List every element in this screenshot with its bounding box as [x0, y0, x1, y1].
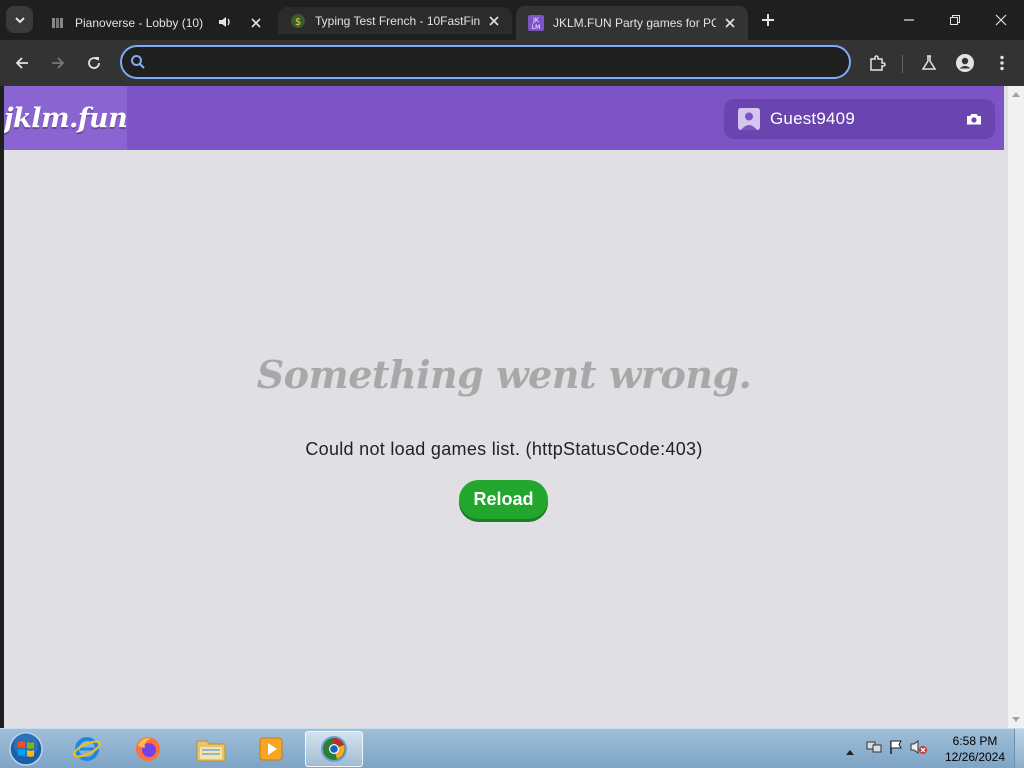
address-bar[interactable]: [120, 45, 851, 79]
taskbar-firefox[interactable]: [119, 731, 177, 767]
error-message: Could not load games list. (httpStatusCo…: [305, 439, 703, 459]
error-title: Something went wrong.: [256, 352, 752, 397]
taskbar-explorer[interactable]: [182, 731, 240, 767]
minimize-button[interactable]: [886, 0, 932, 40]
close-icon: [995, 14, 1007, 26]
plus-icon: [762, 14, 774, 26]
menu-button[interactable]: [989, 50, 1015, 76]
extensions-button[interactable]: [864, 50, 890, 76]
close-window-button[interactable]: [978, 0, 1024, 40]
site-header: jklm.fun Guest9409: [4, 86, 1004, 150]
clock-date: 12/26/2024: [944, 750, 1006, 764]
taskbar: 6:58 PM 12/26/2024: [0, 728, 1024, 768]
taskbar-clock[interactable]: 6:58 PM 12/26/2024: [940, 733, 1010, 765]
media-player-icon: [259, 737, 283, 761]
forward-arrow-icon: [52, 57, 65, 69]
labs-button[interactable]: [916, 50, 942, 76]
new-tab-button[interactable]: [758, 9, 778, 31]
taskbar-ie[interactable]: [58, 731, 116, 767]
toolbar-divider: [902, 55, 903, 73]
volume-muted-icon[interactable]: [910, 739, 928, 759]
tab-jklm[interactable]: JKLM JKLM.FUN Party games for PC & mobil…: [516, 6, 748, 40]
user-name[interactable]: Guest9409: [770, 109, 963, 129]
show-hidden-icons[interactable]: [846, 740, 854, 759]
site-logo[interactable]: jklm.fun: [4, 86, 128, 150]
reload-page-button[interactable]: [81, 50, 107, 76]
profile-button[interactable]: [952, 50, 978, 76]
puzzle-icon: [870, 55, 886, 71]
clock-time: 6:58 PM: [952, 734, 998, 748]
tab-title: JKLM.FUN Party games for PC & mobile: [553, 16, 716, 30]
refresh-icon: [88, 57, 100, 69]
minimize-icon: [904, 19, 914, 21]
restore-button[interactable]: [932, 0, 978, 40]
tab-strip: Pianoverse - Lobby (10) $ Typing Test Fr…: [0, 0, 1024, 40]
reload-button[interactable]: Reload: [459, 480, 548, 519]
avatar-icon: [738, 108, 760, 130]
start-button[interactable]: [6, 730, 46, 768]
scrollbar[interactable]: [1008, 86, 1024, 728]
svg-text:LM: LM: [532, 24, 541, 31]
chevron-down-icon: [14, 16, 25, 23]
profile-icon: [956, 54, 974, 72]
user-profile-box[interactable]: Guest9409: [724, 99, 995, 139]
svg-text:JK: JK: [532, 17, 540, 24]
svg-text:$: $: [295, 17, 301, 28]
taskbar-chrome[interactable]: [305, 731, 363, 767]
flask-icon: [921, 55, 937, 70]
close-icon[interactable]: [722, 15, 738, 31]
search-icon: [128, 52, 148, 72]
windows-start-icon: [9, 732, 43, 766]
forward-button[interactable]: [45, 50, 71, 76]
network-icon[interactable]: [866, 739, 882, 759]
file-explorer-icon: [196, 740, 226, 762]
tab-title: Typing Test French - 10FastFingers: [315, 13, 480, 28]
chevron-up-icon: [846, 749, 854, 755]
camera-icon[interactable]: [963, 108, 985, 130]
jklm-icon: JK LM: [528, 15, 544, 31]
internet-explorer-icon: [73, 737, 101, 761]
page-viewport: jklm.fun Guest9409 Something went wrong.…: [4, 86, 1008, 728]
address-input[interactable]: [156, 54, 836, 70]
back-arrow-icon: [15, 57, 28, 69]
taskbar-media-player[interactable]: [242, 731, 300, 767]
restore-icon: [950, 15, 960, 25]
scroll-down-icon[interactable]: [1012, 717, 1020, 722]
speaker-icon[interactable]: [218, 15, 232, 32]
pianoverse-icon: [50, 15, 66, 31]
more-vert-icon: [1000, 55, 1004, 71]
tab-title: Pianoverse - Lobby (10): [75, 16, 204, 30]
show-desktop-button[interactable]: [1014, 729, 1024, 768]
back-button[interactable]: [9, 50, 35, 76]
tab-search-button[interactable]: [6, 6, 33, 33]
scroll-up-icon[interactable]: [1012, 92, 1020, 97]
close-icon[interactable]: [486, 13, 502, 29]
close-icon[interactable]: [248, 15, 264, 31]
browser-toolbar: [0, 40, 1024, 86]
system-tray: [846, 729, 928, 768]
tenfastfingers-icon: $: [290, 13, 306, 29]
action-center-flag-icon[interactable]: [888, 739, 904, 759]
chrome-icon: [321, 736, 347, 762]
tab-pianoverse[interactable]: Pianoverse - Lobby (10): [38, 6, 274, 40]
firefox-icon: [136, 737, 160, 761]
tab-10fastfingers[interactable]: $ Typing Test French - 10FastFingers: [278, 7, 512, 34]
